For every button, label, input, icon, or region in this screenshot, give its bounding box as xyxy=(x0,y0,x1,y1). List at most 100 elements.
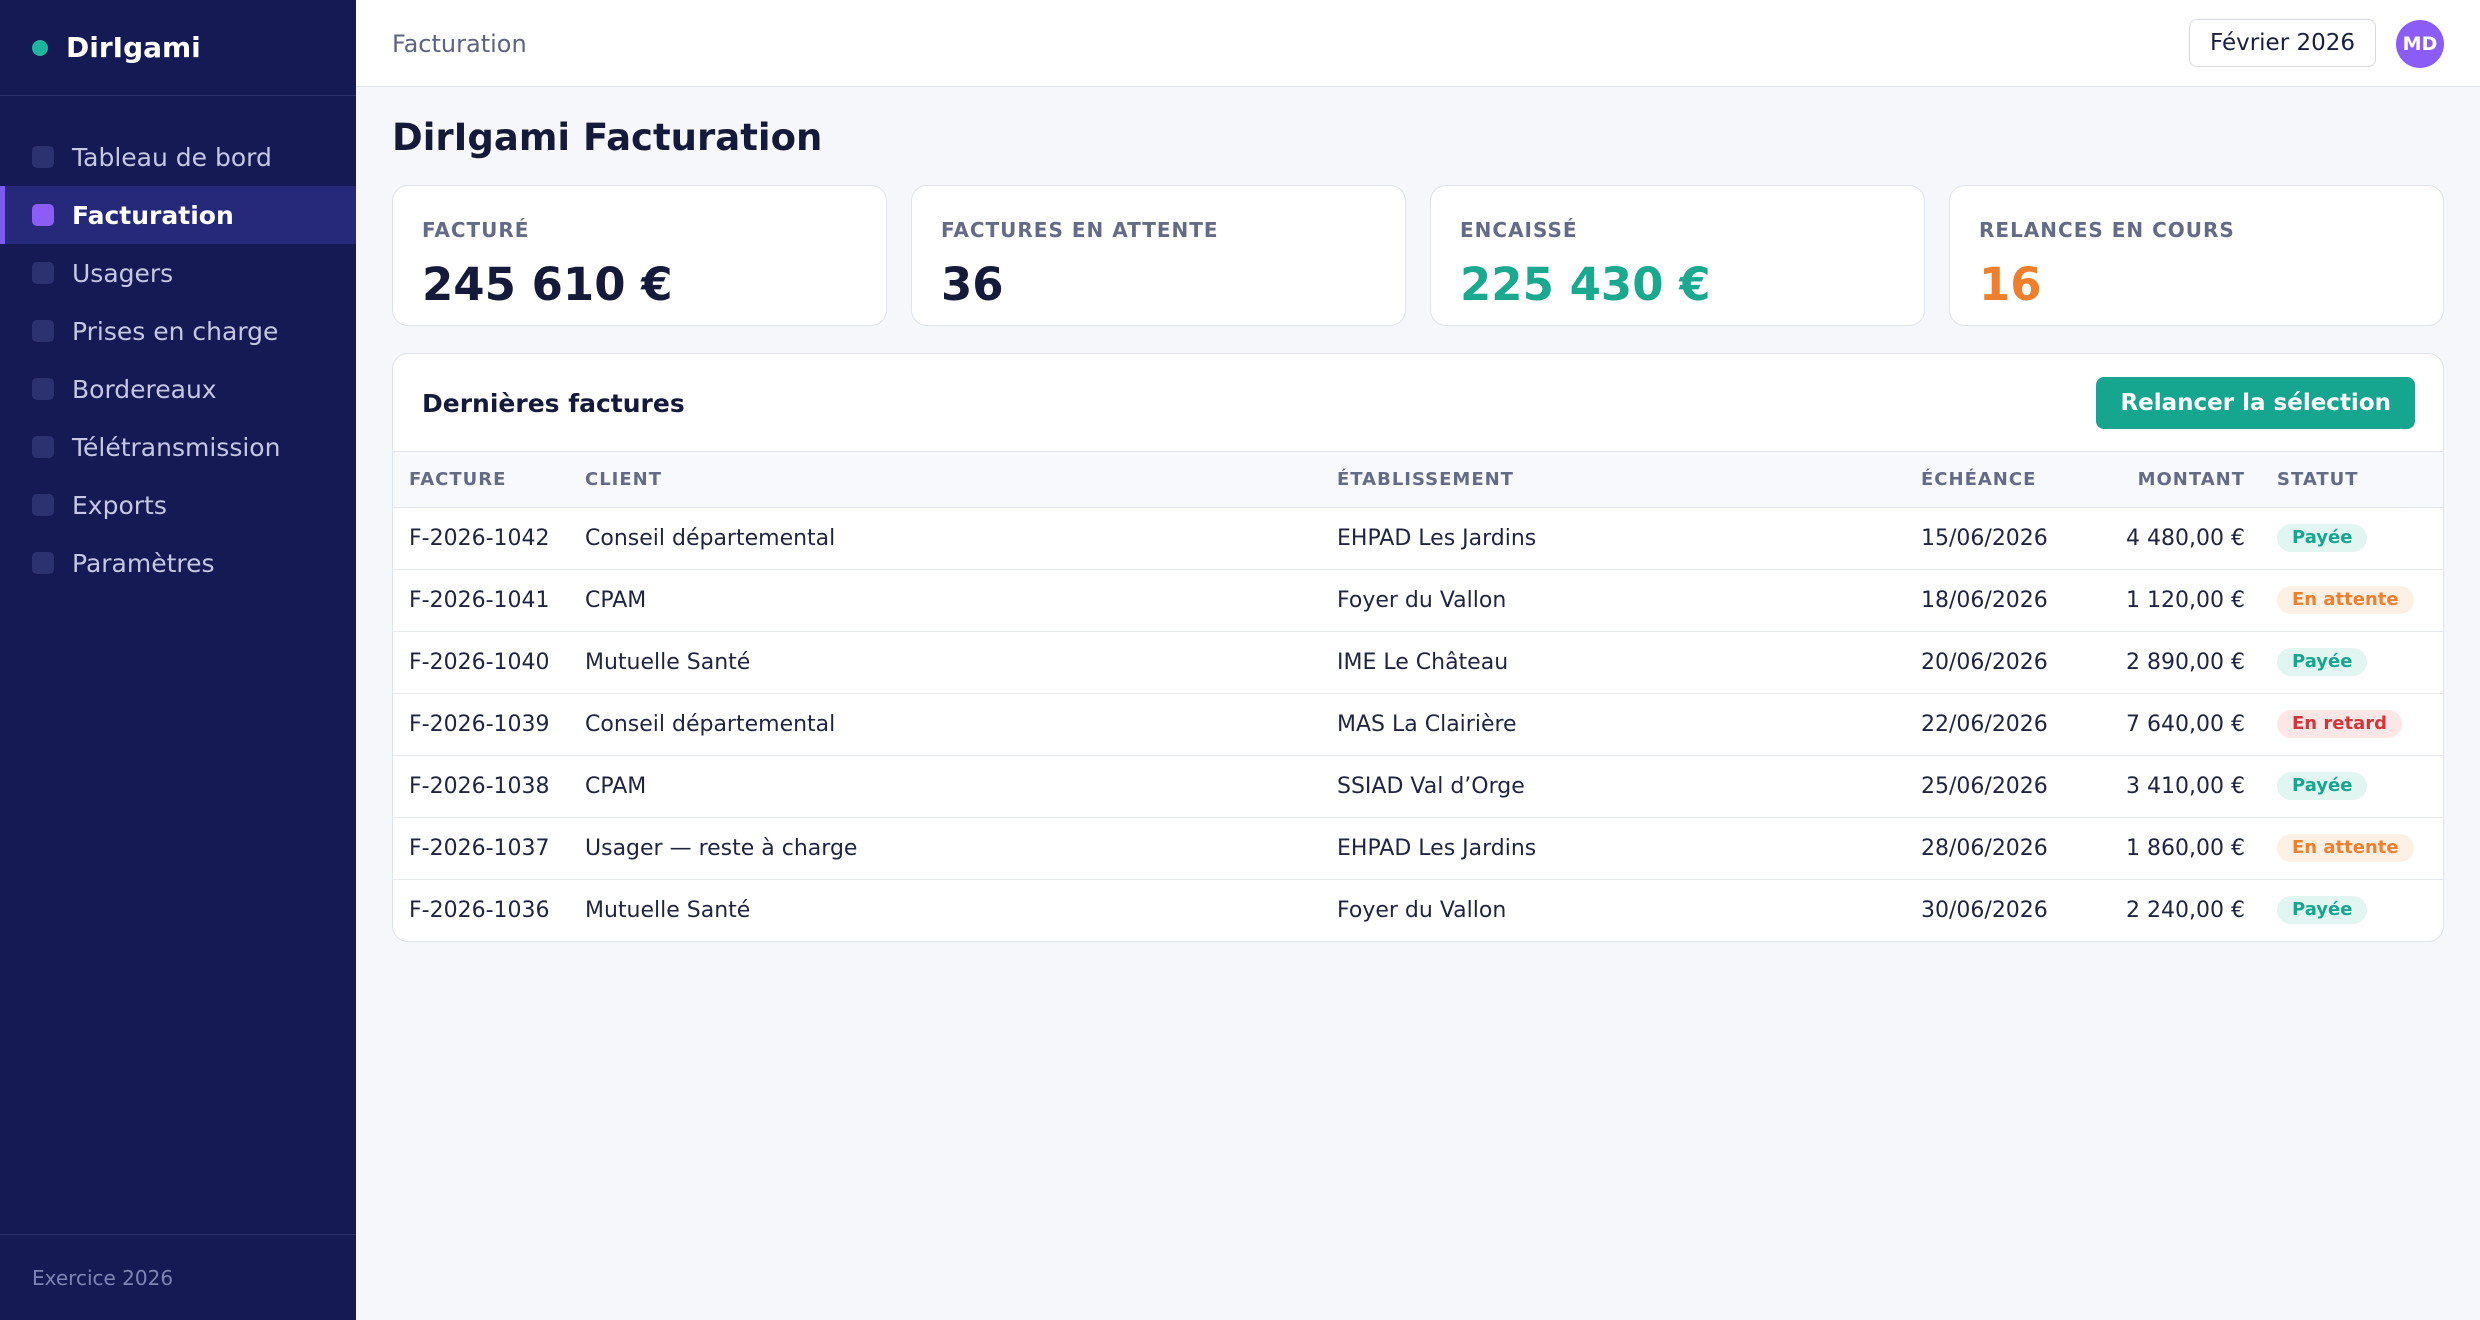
settings-icon xyxy=(32,552,54,574)
column-header-client[interactable]: CLIENT xyxy=(585,452,1337,508)
invoice-number[interactable]: F-2026-1042 xyxy=(393,507,585,570)
invoices-card-header: Dernières factures Relancer la sélection xyxy=(393,354,2443,452)
table-row[interactable]: F-2026-1036 Mutuelle Santé Foyer du Vall… xyxy=(393,879,2443,941)
care-icon xyxy=(32,320,54,342)
sidebar-item-label: Paramètres xyxy=(72,548,215,578)
sidebar-item-label: Facturation xyxy=(72,200,234,230)
table-row[interactable]: F-2026-1037 Usager — reste à charge EHPA… xyxy=(393,817,2443,880)
kpi-card-encaisse: ENCAISSÉ 225 430 € xyxy=(1430,185,1925,326)
export-icon xyxy=(32,494,54,516)
sidebar-item-tableau-de-bord[interactable]: Tableau de bord xyxy=(0,128,356,186)
invoice-establishment: IME Le Château xyxy=(1337,631,1921,694)
invoice-client: Conseil départemental xyxy=(585,693,1337,756)
sidebar-item-label: Télétransmission xyxy=(72,432,281,462)
invoice-status-cell: Payée xyxy=(2245,879,2443,941)
invoice-status-cell: En attente xyxy=(2245,817,2443,880)
invoice-client: CPAM xyxy=(585,569,1337,632)
transmission-icon xyxy=(32,436,54,458)
invoice-amount: 7 640,00 € xyxy=(2111,693,2245,756)
invoice-amount: 1 860,00 € xyxy=(2111,817,2245,880)
invoice-number[interactable]: F-2026-1037 xyxy=(393,817,585,880)
invoice-establishment: EHPAD Les Jardins xyxy=(1337,507,1921,570)
invoice-client: CPAM xyxy=(585,755,1337,818)
table-row[interactable]: F-2026-1041 CPAM Foyer du Vallon 18/06/2… xyxy=(393,569,2443,632)
relaunch-selection-button[interactable]: Relancer la sélection xyxy=(2096,377,2415,429)
avatar[interactable]: MD xyxy=(2396,20,2444,68)
kpi-card-factures-en-attente: FACTURES EN ATTENTE 36 xyxy=(911,185,1406,326)
invoice-amount: 3 410,00 € xyxy=(2111,755,2245,818)
invoice-amount: 4 480,00 € xyxy=(2111,507,2245,570)
table-row[interactable]: F-2026-1039 Conseil départemental MAS La… xyxy=(393,693,2443,756)
table-row[interactable]: F-2026-1042 Conseil départemental EHPAD … xyxy=(393,507,2443,570)
sidebar-item-label: Usagers xyxy=(72,258,174,288)
status-badge: Payée xyxy=(2277,772,2368,800)
invoice-due-date: 18/06/2026 xyxy=(1921,569,2111,632)
table-row[interactable]: F-2026-1040 Mutuelle Santé IME Le Châtea… xyxy=(393,631,2443,694)
sidebar-item-facturation[interactable]: Facturation xyxy=(0,186,356,244)
invoice-number[interactable]: F-2026-1040 xyxy=(393,631,585,694)
status-badge: En retard xyxy=(2277,710,2402,738)
sidebar-item-label: Prises en charge xyxy=(72,316,279,346)
invoice-establishment: SSIAD Val d’Orge xyxy=(1337,755,1921,818)
sidebar-item-label: Bordereaux xyxy=(72,374,217,404)
status-badge: Payée xyxy=(2277,524,2368,552)
invoice-establishment: MAS La Clairière xyxy=(1337,693,1921,756)
invoice-status-cell: En retard xyxy=(2245,693,2443,756)
kpi-label: FACTURÉ xyxy=(422,218,530,242)
invoice-amount: 2 890,00 € xyxy=(2111,631,2245,694)
invoice-due-date: 28/06/2026 xyxy=(1921,817,2111,880)
sidebar-item-teletransmission[interactable]: Télétransmission xyxy=(0,418,356,476)
invoice-status-cell: En attente xyxy=(2245,569,2443,632)
kpi-label: FACTURES EN ATTENTE xyxy=(941,218,1219,242)
sidebar-footer: Exercice 2026 xyxy=(0,1234,356,1320)
invoice-client: Mutuelle Santé xyxy=(585,631,1337,694)
invoice-number[interactable]: F-2026-1036 xyxy=(393,879,585,941)
invoice-establishment: Foyer du Vallon xyxy=(1337,897,1507,923)
invoice-due-date: 30/06/2026 xyxy=(1921,897,2048,923)
page-title: DirIgami Facturation xyxy=(392,116,823,159)
status-badge: En attente xyxy=(2277,586,2414,614)
invoice-amount: 1 120,00 € xyxy=(2111,569,2245,632)
invoice-status-cell: Payée xyxy=(2245,507,2443,570)
invoice-due-date: 20/06/2026 xyxy=(1921,631,2111,694)
kpi-label: ENCAISSÉ xyxy=(1460,218,1578,242)
invoice-due-date: 22/06/2026 xyxy=(1921,693,2111,756)
sidebar-item-usagers[interactable]: Usagers xyxy=(0,244,356,302)
invoice-number[interactable]: F-2026-1041 xyxy=(393,569,585,632)
invoice-number[interactable]: F-2026-1038 xyxy=(393,755,585,818)
invoice-due-date: 25/06/2026 xyxy=(1921,755,2111,818)
kpi-value: 245 610 € xyxy=(422,258,673,311)
sidebar-item-bordereaux[interactable]: Bordereaux xyxy=(0,360,356,418)
invoice-client: Conseil départemental xyxy=(585,507,1337,570)
kpi-label: RELANCES EN COURS xyxy=(1979,218,2235,242)
sidebar-item-exports[interactable]: Exports xyxy=(0,476,356,534)
column-header-echeance[interactable]: ÉCHÉANCE xyxy=(1921,452,2111,508)
brand-name: DirIgami xyxy=(66,31,201,64)
sidebar-nav: Tableau de bord Facturation Usagers Pris… xyxy=(0,96,356,592)
invoices-table: FACTURE CLIENT ÉTABLISSEMENT ÉCHÉANCE MO… xyxy=(393,452,2443,941)
invoices-title: Dernières factures xyxy=(422,388,685,418)
brand-logo-dot xyxy=(32,39,48,56)
sidebar-item-parametres[interactable]: Paramètres xyxy=(0,534,356,592)
period-selector[interactable]: Février 2026 xyxy=(2188,19,2376,67)
slip-icon xyxy=(32,378,54,400)
invoice-establishment: Foyer du Vallon xyxy=(1337,569,1921,632)
kpi-cards: FACTURÉ 245 610 € FACTURES EN ATTENTE 36… xyxy=(392,185,2444,326)
invoice-status-cell: Payée xyxy=(2245,631,2443,694)
invoice-number[interactable]: F-2026-1039 xyxy=(393,693,585,756)
brand[interactable]: DirIgami xyxy=(0,0,356,96)
kpi-card-relances-en-cours: RELANCES EN COURS 16 xyxy=(1949,185,2444,326)
table-row[interactable]: F-2026-1038 CPAM SSIAD Val d’Orge 25/06/… xyxy=(393,755,2443,818)
kpi-value: 16 xyxy=(1979,258,2042,311)
sidebar-item-prises-en-charge[interactable]: Prises en charge xyxy=(0,302,356,360)
column-header-montant[interactable]: MONTANT xyxy=(2111,452,2245,508)
kpi-value: 36 xyxy=(941,258,1004,311)
invoice-establishment: EHPAD Les Jardins xyxy=(1337,817,1921,880)
column-header-etablissement[interactable]: ÉTABLISSEMENT xyxy=(1337,452,1921,508)
column-header-statut[interactable]: STATUT xyxy=(2245,452,2443,508)
status-badge: Payée xyxy=(2277,896,2368,925)
breadcrumb: Facturation xyxy=(392,29,527,58)
column-header-facture[interactable]: FACTURE xyxy=(393,452,585,508)
topbar: Facturation Février 2026 MD xyxy=(356,0,2480,87)
invoice-client: Usager — reste à charge xyxy=(585,817,1337,880)
